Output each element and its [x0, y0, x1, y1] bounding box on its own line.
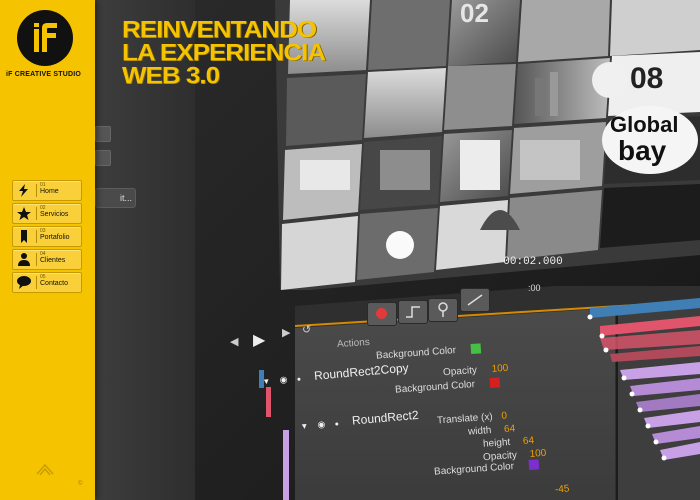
edit-button[interactable]: it... [95, 188, 136, 208]
pin-icon [438, 302, 448, 317]
frame-button[interactable] [95, 150, 111, 166]
pin-button[interactable] [428, 298, 458, 322]
color-swatch[interactable] [528, 459, 540, 471]
play-icon[interactable]: ▶ [253, 330, 265, 350]
nav-item-clientes[interactable]: 04 Clientes [12, 249, 82, 270]
next-frame-icon[interactable]: ▶ [282, 326, 290, 339]
collage-label-bay: bay [618, 135, 667, 166]
property-value[interactable]: 64 [523, 435, 535, 447]
bookmark-icon [21, 230, 27, 243]
loop-icon[interactable]: ↺ [302, 323, 311, 336]
person-icon [18, 253, 30, 266]
nav-divider [36, 207, 37, 220]
nav-label: Home [40, 188, 59, 195]
copyright-mark: © [78, 481, 83, 487]
record-icon [376, 308, 387, 319]
studio-mark-icon [36, 463, 54, 476]
color-swatch[interactable] [470, 343, 482, 355]
page-headline: REINVENTANDO LA EXPERIENCIA WEB 3.0 [122, 17, 326, 89]
speech-bubble-icon [17, 276, 31, 289]
step-keyframe-button[interactable] [398, 300, 428, 324]
lock-dot-icon[interactable]: ● [297, 376, 302, 383]
nav-divider [36, 184, 37, 197]
color-swatch[interactable] [489, 377, 501, 389]
if-logo-icon [34, 23, 57, 52]
property-row[interactable]: -45 [555, 484, 570, 496]
nav-item-portafolio[interactable]: 03 Portafolio [12, 226, 82, 247]
collage-label-02: 02 [460, 0, 489, 28]
curve-button[interactable] [460, 288, 490, 312]
sidebar: iF CREATIVE STUDIO 01 Home 02 Servicios … [0, 0, 95, 500]
frame-button[interactable] [95, 126, 111, 142]
record-button[interactable] [367, 302, 397, 326]
property-name: width [467, 425, 492, 438]
nav-divider [36, 253, 37, 266]
nav-label: Portafolio [40, 234, 70, 241]
property-value[interactable]: 100 [491, 363, 508, 375]
headline-line-3: WEB 3.0 [122, 61, 220, 89]
property-value[interactable]: 100 [529, 448, 546, 460]
property-name: height [482, 436, 511, 450]
collage-label-08: 08 [630, 62, 663, 95]
nav-item-home[interactable]: 01 Home [12, 180, 82, 201]
nav-divider [36, 230, 37, 243]
nav-label: Contacto [40, 280, 69, 287]
nav-label: Servicios [40, 211, 69, 218]
timecode-readout: 00:02.000 [503, 256, 563, 268]
brand-name: iF CREATIVE STUDIO [6, 71, 82, 78]
main-nav: 01 Home 02 Servicios 03 Portafolio 04 Cl… [12, 180, 82, 295]
lock-dot-icon[interactable]: ● [334, 421, 339, 428]
visibility-eye-icon[interactable]: ◉ [317, 419, 326, 430]
star-icon [17, 207, 31, 220]
property-value[interactable]: 0 [501, 411, 507, 422]
property-value[interactable]: 64 [504, 423, 516, 435]
property-value[interactable]: -45 [555, 484, 570, 496]
nav-divider [36, 276, 37, 289]
curve-icon [467, 294, 483, 306]
visibility-eye-icon[interactable]: ◉ [279, 374, 288, 385]
rewind-icon[interactable]: ◀ [230, 335, 238, 348]
collage-label-global: Global [610, 112, 678, 137]
lightning-icon [19, 184, 28, 197]
expand-arrow-icon[interactable]: ▼ [262, 377, 271, 387]
logo[interactable] [17, 10, 73, 66]
nav-item-contacto[interactable]: 05 Contacto [12, 272, 82, 293]
nav-item-servicios[interactable]: 02 Servicios [12, 203, 82, 224]
expand-arrow-icon[interactable]: ▼ [300, 421, 309, 431]
step-icon [406, 306, 420, 318]
nav-label: Clientes [40, 257, 66, 264]
